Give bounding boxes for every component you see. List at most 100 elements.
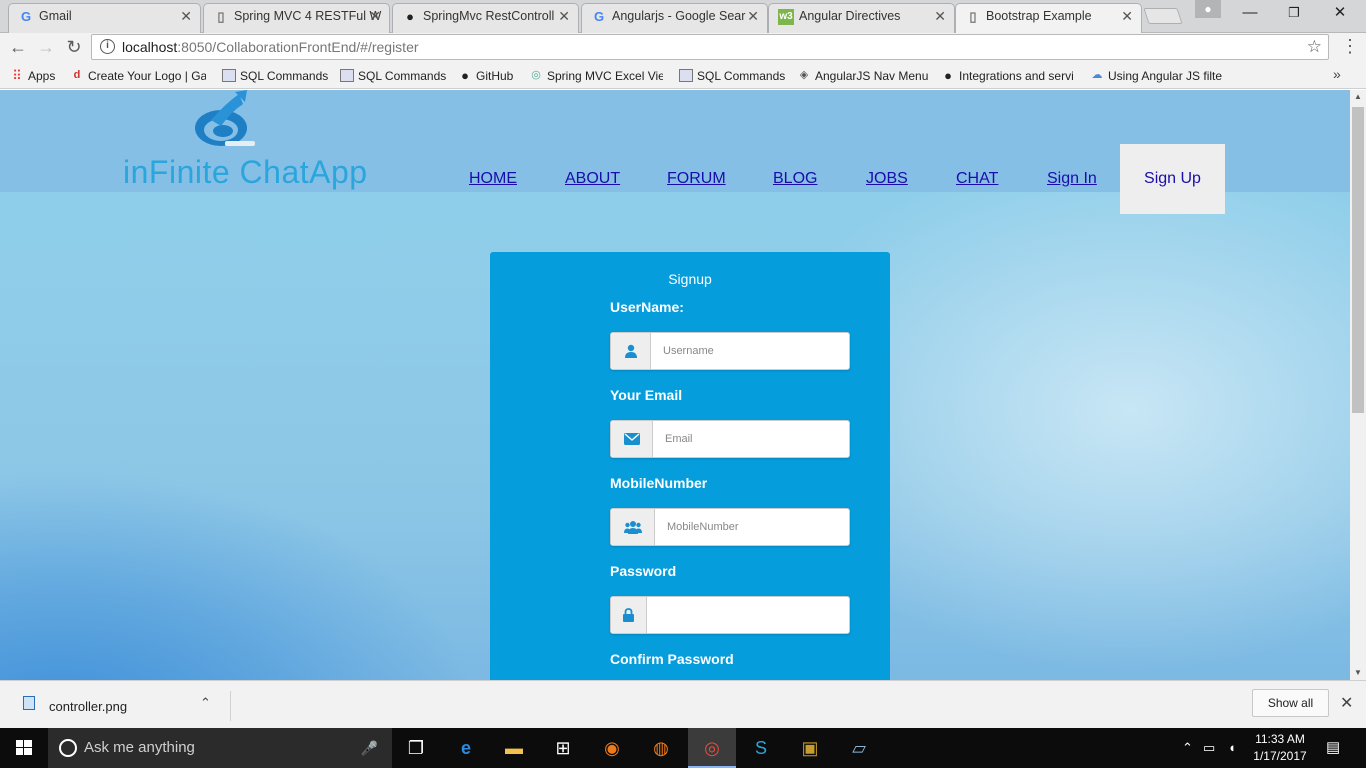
document-icon: ▯ [217, 9, 225, 24]
bookmark-apps[interactable]: ⠿ Apps [10, 67, 60, 85]
system-clock[interactable]: 11:33 AM 1/17/2017 [1248, 731, 1312, 765]
tab-bootstrap-example[interactable]: ▯ Bootstrap Example ✕ [955, 3, 1142, 34]
github-icon: ● [406, 9, 414, 24]
show-all-button[interactable]: Show all [1252, 689, 1329, 717]
info-icon[interactable]: i [100, 39, 115, 54]
bookmark-sql-commands[interactable]: SQL Commands [679, 67, 787, 85]
address-bar[interactable]: i localhost:8050/CollaborationFrontEnd/#… [91, 34, 1329, 60]
web-page: inFinite ChatApp HOME ABOUT FORUM BLOG J… [0, 90, 1350, 680]
close-icon[interactable]: ✕ [1121, 4, 1133, 28]
nav-chat-link[interactable]: CHAT [956, 170, 998, 188]
spring-icon: ◎ [531, 69, 541, 81]
tab-gmail[interactable]: G Gmail ✕ [8, 3, 201, 33]
bookmark-create-logo[interactable]: d Create Your Logo | Ga [70, 67, 206, 85]
scroll-up-arrow-icon[interactable]: ▲ [1350, 90, 1366, 104]
notifications-icon[interactable]: ▤ [1326, 728, 1340, 768]
bookmark-angular-js-filter[interactable]: ☁ Using Angular JS filte [1090, 67, 1226, 85]
nav-signin-link[interactable]: Sign In [1047, 170, 1097, 188]
close-window-button[interactable]: ✕ [1318, 0, 1362, 26]
cloud-icon: ☁ [1091, 69, 1103, 81]
logo-swirl-icon [195, 90, 255, 146]
close-icon[interactable]: ✕ [369, 4, 381, 28]
more-bookmarks-icon[interactable]: » [1333, 66, 1341, 82]
windows-taskbar: Ask me anything 🎤 ❐ e ▬ ⊞ ◉ ◍ ◎ S ▣ ▱ ⌃ … [0, 728, 1366, 768]
lock-icon [611, 597, 647, 633]
show-hidden-icons-chevron-icon[interactable]: ⌃ [1182, 728, 1193, 768]
github-icon: ● [461, 68, 469, 83]
bookmark-sql-commands[interactable]: SQL Commands [340, 67, 448, 85]
user-profile-icon[interactable]: ● [1195, 0, 1221, 18]
bookmark-spring-mvc-excel[interactable]: ◎ Spring MVC Excel View [529, 67, 663, 85]
forward-button[interactable]: → [35, 37, 57, 59]
close-icon[interactable]: ✕ [558, 4, 570, 28]
mobile-input[interactable] [655, 509, 849, 545]
cortana-icon [59, 739, 77, 757]
nav-signup-link[interactable]: Sign Up [1120, 144, 1225, 214]
download-item[interactable]: controller.png ⌃ [18, 691, 231, 721]
close-icon[interactable]: ✕ [934, 4, 946, 28]
edge-browser-icon[interactable]: e [442, 728, 490, 768]
tab-angularjs-google[interactable]: G Angularjs - Google Sear ✕ [581, 3, 768, 33]
minimize-button[interactable]: — [1228, 0, 1272, 26]
image-file-icon [23, 696, 35, 710]
github-icon: ● [944, 68, 952, 83]
reload-button[interactable]: ↻ [63, 37, 85, 59]
volume-icon[interactable]: ◖ [1228, 728, 1236, 768]
firefox-icon[interactable]: ◉ [588, 728, 636, 768]
close-icon[interactable]: ✕ [180, 4, 192, 28]
bookmark-angularjs-nav-menu[interactable]: ◈ AngularJS Nav Menu [797, 67, 930, 85]
notepad-icon[interactable]: ▱ [835, 728, 883, 768]
scroll-down-arrow-icon[interactable]: ▼ [1350, 666, 1366, 680]
nav-home-link[interactable]: HOME [469, 170, 517, 188]
new-tab-button[interactable] [1143, 8, 1183, 24]
password-input[interactable] [647, 597, 849, 633]
chrome-icon[interactable]: ◎ [688, 728, 736, 768]
tab-angular-directives[interactable]: w3 Angular Directives ✕ [768, 3, 955, 33]
chevron-up-icon[interactable]: ⌃ [200, 695, 211, 711]
confirm-password-label: Confirm Password [610, 651, 734, 667]
nav-about-link[interactable]: ABOUT [565, 170, 620, 188]
mobile-label: MobileNumber [610, 475, 708, 491]
nav-jobs-link[interactable]: JOBS [866, 170, 908, 188]
page-icon [222, 69, 236, 82]
maximize-button[interactable]: ❐ [1272, 0, 1316, 26]
username-field[interactable] [610, 332, 850, 370]
postman-icon[interactable]: ◍ [637, 728, 685, 768]
close-icon[interactable]: ✕ [1340, 693, 1353, 713]
password-field[interactable] [610, 596, 850, 634]
microphone-icon[interactable]: 🎤 [361, 728, 378, 768]
nav-forum-link[interactable]: FORUM [667, 170, 726, 188]
eclipse-ide-icon[interactable]: ▣ [786, 728, 834, 768]
nav-blog-link[interactable]: BLOG [773, 170, 817, 188]
network-icon[interactable]: ▭ [1203, 728, 1215, 768]
bookmark-star-icon[interactable]: ☆ [1307, 35, 1322, 59]
skype-icon[interactable]: S [737, 728, 785, 768]
vertical-scrollbar[interactable]: ▲ ▼ [1350, 90, 1366, 680]
mobile-field[interactable] [610, 508, 850, 546]
email-field[interactable] [610, 420, 850, 458]
page-icon [340, 69, 354, 82]
windows-start-button[interactable] [0, 728, 48, 768]
store-icon[interactable]: ⊞ [539, 728, 587, 768]
browser-menu-icon[interactable]: ⋮ [1341, 36, 1359, 58]
back-button[interactable]: ← [7, 37, 29, 59]
email-input[interactable] [653, 421, 849, 457]
scrollbar-thumb[interactable] [1352, 107, 1364, 413]
download-filename: controller.png [49, 699, 128, 714]
site-logo-text[interactable]: inFinite ChatApp [123, 154, 368, 191]
bookmark-github[interactable]: ● GitHub [458, 67, 518, 85]
task-view-icon[interactable]: ❐ [392, 728, 440, 768]
download-bar: controller.png ⌃ Show all ✕ [0, 680, 1366, 728]
cortana-search-box[interactable]: Ask me anything 🎤 [48, 728, 392, 768]
tab-springmvc-github[interactable]: ● SpringMvc RestControll ✕ [392, 3, 579, 33]
password-label: Password [610, 563, 677, 579]
file-explorer-icon[interactable]: ▬ [490, 728, 538, 768]
bookmark-sql-commands[interactable]: SQL Commands [222, 67, 330, 85]
username-input[interactable] [651, 333, 849, 369]
clock-time: 11:33 AM [1255, 732, 1305, 746]
browser-tab-strip: G Gmail ✕ ▯ Spring MVC 4 RESTFul W ✕ ● S… [0, 0, 1366, 34]
bookmark-integrations[interactable]: ● Integrations and servi [941, 67, 1078, 85]
form-title: Signup [668, 271, 712, 287]
close-icon[interactable]: ✕ [747, 4, 759, 28]
tab-spring-mvc[interactable]: ▯ Spring MVC 4 RESTFul W ✕ [203, 3, 390, 33]
